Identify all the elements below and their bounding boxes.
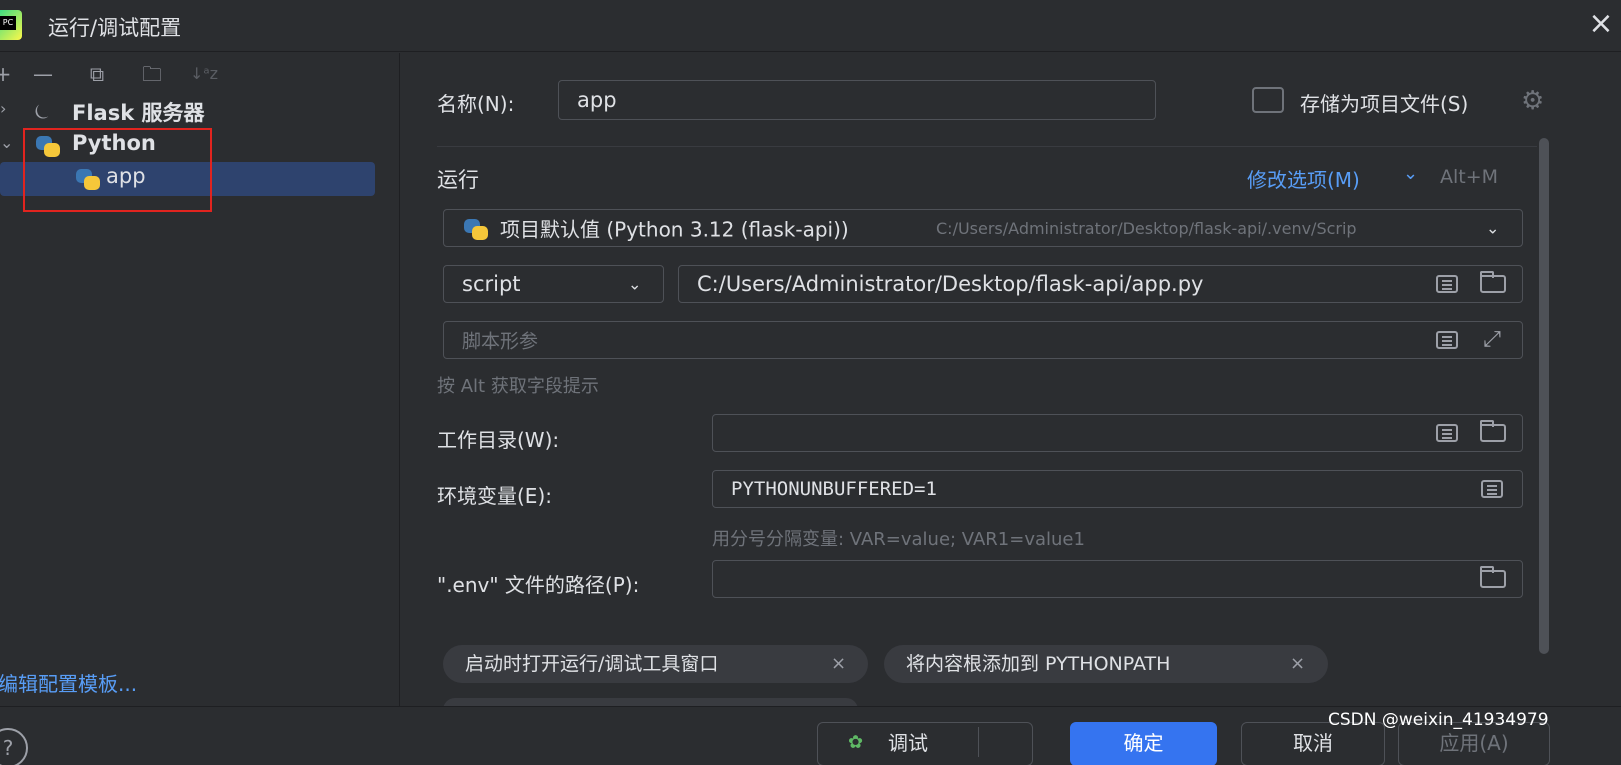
- interpreter-path: C:/Users/Administrator/Desktop/flask-api…: [936, 219, 1357, 238]
- interpreter-select[interactable]: 项目默认值 (Python 3.12 (flask-api)) C:/Users…: [443, 209, 1523, 247]
- env-vars-value: PYTHONUNBUFFERED=1: [731, 478, 937, 500]
- script-path-input[interactable]: C:/Users/Administrator/Desktop/flask-api…: [678, 265, 1523, 303]
- document-icon[interactable]: [1436, 424, 1458, 442]
- dotenv-input[interactable]: [712, 560, 1523, 598]
- title-bar: [0, 0, 1621, 52]
- env-vars-input[interactable]: PYTHONUNBUFFERED=1: [712, 470, 1523, 508]
- document-icon[interactable]: [1436, 275, 1458, 293]
- chevron-down-icon[interactable]: ⌄: [628, 275, 641, 294]
- divider: [437, 146, 1537, 147]
- document-icon[interactable]: [1436, 331, 1458, 349]
- remove-icon[interactable]: —: [30, 61, 56, 87]
- name-value: app: [577, 88, 617, 112]
- folder-icon[interactable]: [1480, 420, 1506, 442]
- chip-label: 将内容根添加到 PYTHONPATH: [906, 653, 1171, 675]
- debug-label: 调试: [888, 731, 928, 755]
- close-icon[interactable]: ×: [1290, 645, 1305, 683]
- workdir-label: 工作目录(W):: [437, 428, 560, 452]
- new-folder-icon[interactable]: 🗀: [136, 61, 168, 87]
- folder-icon[interactable]: [1480, 271, 1506, 293]
- vertical-scrollbar[interactable]: [1539, 138, 1549, 654]
- ok-button[interactable]: 确定: [1070, 722, 1217, 765]
- debug-button[interactable]: ✿ 调试: [817, 722, 1033, 765]
- chevron-down-icon[interactable]: ⌄: [1403, 163, 1418, 184]
- watermark: CSDN @weixin_41934979: [1328, 710, 1549, 730]
- document-icon[interactable]: [1481, 480, 1503, 498]
- copy-icon[interactable]: ⧉: [84, 61, 110, 87]
- script-params-input[interactable]: 脚本形参 ⤢: [443, 321, 1523, 359]
- chevron-down-icon[interactable]: ⌄: [0, 133, 13, 152]
- edit-templates-link[interactable]: 编辑配置模板...: [0, 668, 137, 697]
- gear-icon[interactable]: ⚙: [1521, 86, 1551, 116]
- option-chip-open-tool-window[interactable]: 启动时打开运行/调试工具窗口 ×: [443, 645, 868, 683]
- modify-options-shortcut: Alt+M: [1440, 166, 1499, 188]
- script-type-value: script: [462, 272, 521, 296]
- annotation-highlight-box: [23, 128, 212, 212]
- expand-icon[interactable]: ⤢: [1478, 328, 1506, 352]
- tree-item-flask[interactable]: › ⏾ Flask 服务器: [0, 95, 390, 129]
- store-as-project-file-label: 存储为项目文件(S): [1300, 92, 1469, 116]
- run-section-title: 运行: [437, 168, 479, 192]
- window-title: 运行/调试配置: [48, 16, 182, 40]
- tree-item-label: Flask 服务器: [72, 101, 205, 125]
- sort-icon[interactable]: ↓ᵃz: [190, 61, 218, 87]
- script-path-value: C:/Users/Administrator/Desktop/flask-api…: [697, 272, 1204, 296]
- dotenv-label: ".env" 文件的路径(P):: [437, 573, 640, 597]
- close-icon[interactable]: ×: [1585, 8, 1617, 40]
- env-hint: 用分号分隔变量: VAR=value; VAR1=value1: [712, 529, 1085, 550]
- folder-icon[interactable]: [1480, 566, 1506, 588]
- close-icon[interactable]: ×: [831, 645, 846, 683]
- script-type-select[interactable]: script ⌄: [443, 265, 664, 303]
- workdir-input[interactable]: [712, 414, 1523, 452]
- logo-text: PC: [0, 16, 16, 30]
- bug-icon: ✿: [848, 732, 864, 753]
- chip-label: 启动时打开运行/调试工具窗口: [465, 653, 719, 675]
- script-params-placeholder: 脚本形参: [462, 330, 539, 353]
- split-divider: [978, 727, 979, 757]
- interpreter-name: 项目默认值 (Python 3.12 (flask-api)): [500, 217, 849, 242]
- option-chip-add-content-roots[interactable]: 将内容根添加到 PYTHONPATH ×: [884, 645, 1328, 683]
- chevron-right-icon[interactable]: ›: [0, 99, 6, 118]
- store-as-project-file-checkbox[interactable]: [1252, 87, 1284, 113]
- python-icon: [462, 217, 490, 241]
- name-input[interactable]: app: [558, 80, 1156, 120]
- pycharm-logo-icon: PC: [0, 10, 22, 40]
- alt-hint: 按 Alt 获取字段提示: [437, 376, 599, 397]
- env-label: 环境变量(E):: [437, 484, 552, 508]
- flask-horn-icon: ⏾: [34, 99, 50, 123]
- add-icon[interactable]: +: [0, 61, 16, 87]
- modify-options-link[interactable]: 修改选项(M): [1247, 164, 1360, 193]
- name-label: 名称(N):: [437, 92, 515, 116]
- chevron-down-icon[interactable]: ⌄: [1486, 219, 1499, 238]
